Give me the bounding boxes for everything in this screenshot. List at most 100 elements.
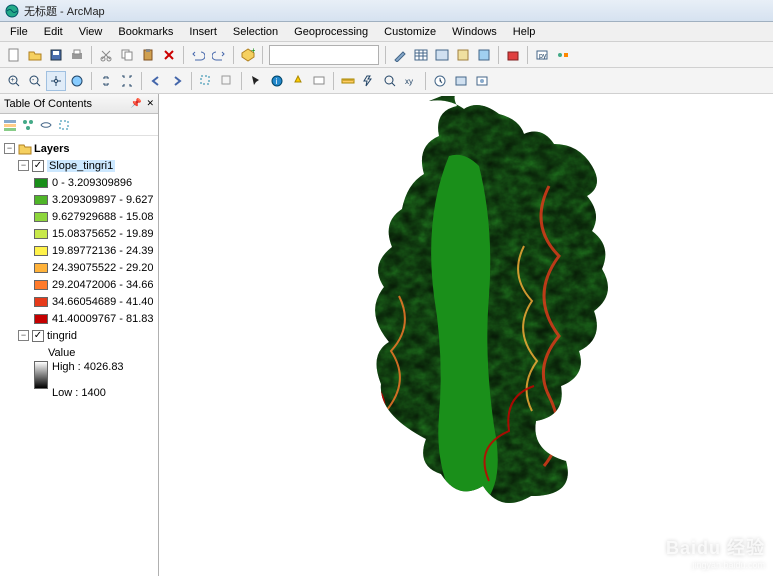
toc-tree: − Layers − ✓ Slope_tingri1 0 - 3.2093098… [0,136,158,403]
svg-text:py: py [539,53,547,60]
identify-button[interactable]: i [267,71,287,91]
menu-geoprocessing[interactable]: Geoprocessing [286,24,376,40]
hyperlink-button[interactable] [288,71,308,91]
search-button[interactable] [474,45,494,65]
color-swatch [34,195,48,205]
tablewindow-button[interactable] [432,45,452,65]
high-value: High : 4026.83 [52,361,124,375]
pan-button[interactable] [46,71,66,91]
paste-button[interactable] [138,45,158,65]
toc-buttons [0,114,158,136]
color-swatch [34,297,48,307]
table-of-contents-panel: Table Of Contents 📌 ✕ − Layers − ✓ Slope… [0,94,159,576]
svg-text:+: + [251,48,255,55]
save-button[interactable] [46,45,66,65]
layers-label: Layers [34,143,69,155]
menu-windows[interactable]: Windows [444,24,505,40]
svg-text:-: - [32,77,35,84]
clear-selection-button[interactable] [217,71,237,91]
copy-button[interactable] [117,45,137,65]
color-swatch [34,212,48,222]
print-button[interactable] [67,45,87,65]
checkbox-icon[interactable]: ✓ [32,160,44,172]
value-label: Value [48,347,75,359]
expand-icon[interactable]: − [18,330,29,341]
window-titlebar: 无标题 - ArcMap [0,0,773,22]
undo-button[interactable] [188,45,208,65]
fixed-zoom-in-button[interactable] [96,71,116,91]
model-builder-button[interactable] [553,45,573,65]
html-popup-button[interactable] [309,71,329,91]
layers-root[interactable]: − Layers [2,140,156,157]
pin-icon[interactable]: 📌 [131,98,142,109]
find-route-button[interactable] [380,71,400,91]
layer-tingrid[interactable]: − ✓ tingrid [2,327,156,344]
catalog-button[interactable] [453,45,473,65]
legend-class-row: 0 - 3.209309896 [2,174,156,191]
color-swatch [34,263,48,273]
tools-toolbar: + - i xy [0,68,773,94]
list-by-drawing-icon[interactable] [2,117,18,133]
fixed-zoom-out-button[interactable] [117,71,137,91]
new-document-button[interactable] [4,45,24,65]
expand-icon[interactable]: − [18,160,29,171]
app-icon [4,3,20,19]
goto-xy-button[interactable]: xy [401,71,421,91]
list-by-visibility-icon[interactable] [38,117,54,133]
gradient-row: High : 4026.83 Low : 1400 [2,361,156,399]
time-slider-button[interactable] [430,71,450,91]
menu-bookmarks[interactable]: Bookmarks [110,24,181,40]
scale-combo[interactable] [269,45,379,65]
menu-help[interactable]: Help [505,24,544,40]
legend-class-row: 9.627929688 - 15.08 [2,208,156,225]
watermark-main: Baidu 经验 [666,538,765,558]
full-extent-button[interactable] [67,71,87,91]
map-canvas [269,96,649,574]
table-button[interactable] [411,45,431,65]
gradient-swatch [34,361,48,389]
list-by-selection-icon[interactable] [56,117,72,133]
layer-slope[interactable]: − ✓ Slope_tingri1 [2,157,156,174]
create-viewer-button[interactable] [451,71,471,91]
zoom-out-button[interactable]: - [25,71,45,91]
menu-file[interactable]: File [2,24,36,40]
menu-insert[interactable]: Insert [181,24,225,40]
legend-label: 29.20472006 - 34.66 [52,279,154,291]
add-data-button[interactable]: + [238,45,258,65]
menubar: File Edit View Bookmarks Insert Selectio… [0,22,773,42]
zoom-in-button[interactable]: + [4,71,24,91]
map-view[interactable]: Baidu 经验 jingyan.baidu.com [159,94,773,576]
redo-button[interactable] [209,45,229,65]
editor-toolbar-button[interactable] [390,45,410,65]
menu-view[interactable]: View [71,24,111,40]
legend-class-row: 15.08375652 - 19.89 [2,225,156,242]
viewer-window-button[interactable] [472,71,492,91]
color-swatch [34,280,48,290]
arctoolbox-button[interactable] [503,45,523,65]
window-title: 无标题 - ArcMap [24,3,105,19]
back-button[interactable] [146,71,166,91]
legend-label: 34.66054689 - 41.40 [52,296,154,308]
select-elements-button[interactable] [246,71,266,91]
svg-text:+: + [11,77,15,84]
legend-class-row: 34.66054689 - 41.40 [2,293,156,310]
measure-button[interactable] [338,71,358,91]
menu-edit[interactable]: Edit [36,24,71,40]
legend-class-row: 29.20472006 - 34.66 [2,276,156,293]
forward-button[interactable] [167,71,187,91]
python-button[interactable]: py [532,45,552,65]
legend-class-row: 41.40009767 - 81.83 [2,310,156,327]
delete-button[interactable] [159,45,179,65]
menu-selection[interactable]: Selection [225,24,286,40]
expand-icon[interactable]: − [4,143,15,154]
checkbox-icon[interactable]: ✓ [32,330,44,342]
cut-button[interactable] [96,45,116,65]
watermark: Baidu 经验 jingyan.baidu.com [666,534,765,570]
find-button[interactable] [359,71,379,91]
layer-name: Slope_tingri1 [47,160,115,172]
close-icon[interactable]: ✕ [146,98,154,109]
select-features-button[interactable] [196,71,216,91]
menu-customize[interactable]: Customize [376,24,444,40]
open-button[interactable] [25,45,45,65]
list-by-source-icon[interactable] [20,117,36,133]
